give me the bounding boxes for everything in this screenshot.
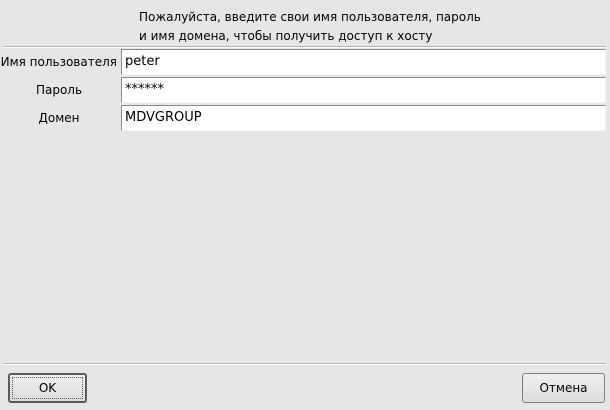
instructions-text: Пожалуйста, введите свои имя пользовател… [139, 8, 559, 46]
domain-row: Домен MDVGROUP [0, 105, 610, 131]
login-dialog: Пожалуйста, введите свои имя пользовател… [0, 0, 610, 410]
bottom-divider [4, 363, 606, 365]
password-row: Пароль ****** [0, 77, 610, 103]
domain-label: Домен [38, 111, 80, 125]
ok-button-label: OK [12, 377, 83, 399]
cancel-button[interactable]: Отмена [522, 373, 605, 403]
username-field[interactable]: peter [121, 49, 606, 75]
password-label: Пароль [35, 83, 83, 97]
instructions-line-2: и имя домена, чтобы получить доступ к хо… [139, 29, 433, 43]
ok-button[interactable]: OK [8, 373, 87, 403]
username-label: Имя пользователя [0, 55, 117, 69]
top-divider [4, 46, 606, 48]
password-field[interactable]: ****** [121, 77, 606, 103]
instructions-line-1: Пожалуйста, введите свои имя пользовател… [139, 10, 481, 24]
domain-field[interactable]: MDVGROUP [121, 105, 606, 131]
username-row: Имя пользователя peter [0, 49, 610, 75]
